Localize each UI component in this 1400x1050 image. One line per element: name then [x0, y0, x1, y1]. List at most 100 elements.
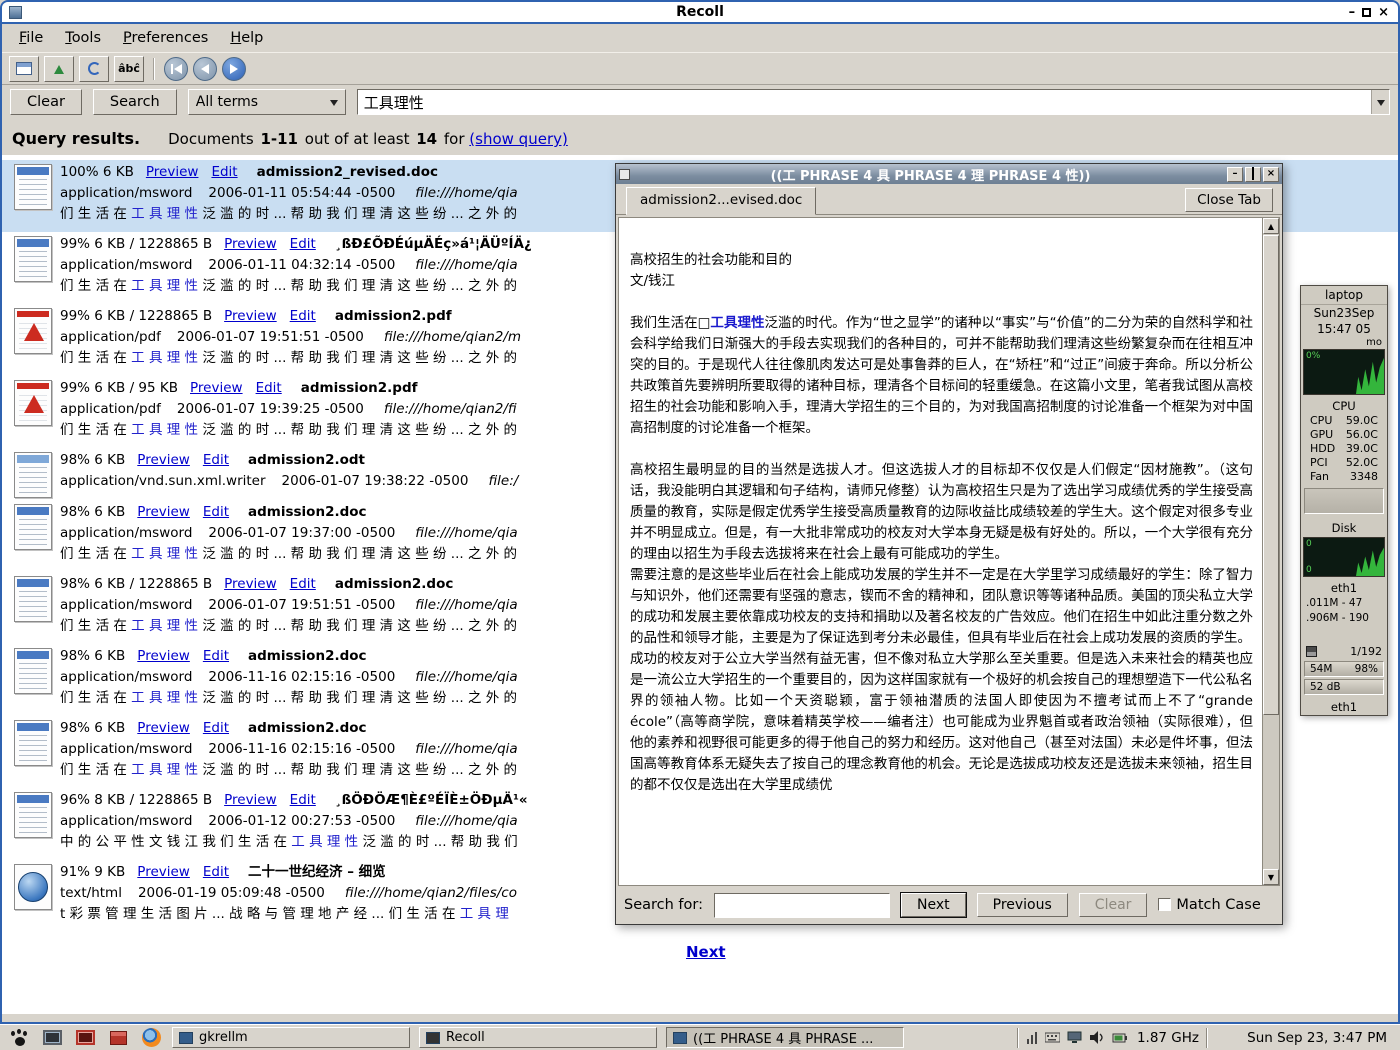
query-detail-button[interactable]: [9, 56, 39, 82]
search-button[interactable]: Search: [93, 89, 177, 115]
preview-link[interactable]: Preview: [224, 308, 277, 324]
volume-icon[interactable]: [1089, 1030, 1105, 1045]
battery-icon[interactable]: [1112, 1031, 1130, 1045]
results-range: 1-11: [260, 130, 298, 148]
result-title: admission2_revised.doc: [257, 164, 438, 180]
taskbar-clock[interactable]: Sun Sep 23, 3:47 PM: [1215, 1030, 1393, 1046]
taskbar-item-recoll[interactable]: Recoll: [419, 1027, 657, 1048]
result-snippet: 们 生 活 在 工 具 理 性 泛 滥 的 时 ... 帮 助 我 们 理 清 …: [60, 348, 521, 369]
preview-minimize-icon[interactable]: –: [1227, 167, 1243, 182]
cpu-percent: 0%: [1306, 351, 1320, 361]
menu-help[interactable]: Help: [221, 27, 272, 49]
memory-meter: 54M 98%: [1304, 661, 1384, 677]
edit-link[interactable]: Edit: [290, 308, 316, 324]
find-previous-button[interactable]: Previous: [977, 893, 1068, 917]
scroll-down-icon[interactable]: ▼: [1263, 869, 1279, 885]
edit-link[interactable]: Edit: [290, 576, 316, 592]
edit-link[interactable]: Edit: [203, 720, 229, 736]
snippet-highlight: 工 具 理 性: [131, 278, 198, 294]
maximize-icon[interactable]: [1362, 8, 1371, 17]
preview-tab[interactable]: admission2...evised.doc: [626, 187, 816, 215]
next-results-link[interactable]: Next: [686, 943, 726, 961]
first-page-button[interactable]: [164, 57, 188, 81]
result-url: file:///home/qia: [415, 257, 517, 273]
taskbar-item-preview[interactable]: ((工 PHRASE 4 具 PHRASE ...: [666, 1027, 904, 1048]
show-query-link[interactable]: (show query): [469, 130, 568, 148]
history-button[interactable]: [79, 56, 109, 82]
preview-maximize-icon[interactable]: [1245, 167, 1261, 182]
menu-tools[interactable]: Tools: [56, 27, 110, 49]
edit-link[interactable]: Edit: [256, 380, 282, 396]
edit-link[interactable]: Edit: [203, 452, 229, 468]
preview-link[interactable]: Preview: [137, 864, 190, 880]
result-meta: 91% 9 KB: [60, 864, 125, 880]
launcher-package[interactable]: [106, 1027, 130, 1048]
preview-link[interactable]: Preview: [224, 792, 277, 808]
result-url: file:///home/qia: [415, 669, 517, 685]
result-title: ¸ßÐ£ÕÐÉúµÄÉç»á¹¦ÄÜºÍÄ¿: [335, 236, 532, 252]
menu-preferences[interactable]: Preferences: [114, 27, 217, 49]
preview-close-icon[interactable]: ×: [1263, 167, 1279, 182]
find-input[interactable]: [714, 893, 890, 918]
taskbar-item-gkrellm[interactable]: gkrellm: [172, 1027, 410, 1048]
preview-findbar: Search for: Next Previous Clear Match Ca…: [618, 888, 1280, 922]
edit-link[interactable]: Edit: [211, 164, 237, 180]
launcher-footprint[interactable]: [7, 1027, 31, 1048]
tray-display-icon[interactable]: [1067, 1031, 1082, 1044]
edit-link[interactable]: Edit: [290, 792, 316, 808]
result-snippet: 们 生 活 在 工 具 理 性 泛 滥 的 时 ... 帮 助 我 们 理 清 …: [60, 420, 517, 441]
edit-link[interactable]: Edit: [203, 864, 229, 880]
temp-row: PCI52.0C: [1301, 456, 1387, 470]
launcher-terminal[interactable]: [40, 1027, 64, 1048]
launcher-firefox[interactable]: [139, 1027, 163, 1048]
doc-paragraph-4: 成功的校友对于公立大学当然有益无害，但不像对私立大学那么至关重要。但是选入未来社…: [630, 649, 1253, 796]
edit-link[interactable]: Edit: [290, 236, 316, 252]
edit-link[interactable]: Edit: [203, 504, 229, 520]
file-icon: [6, 718, 60, 788]
disk-chart: 0 0: [1303, 537, 1385, 577]
tray-keyboard-icon[interactable]: [1045, 1031, 1060, 1044]
preview-link[interactable]: Preview: [146, 164, 199, 180]
close-tab-button[interactable]: Close Tab: [1185, 188, 1273, 212]
result-meta: 98% 6 KB: [60, 720, 125, 736]
fan-row: Fan3348: [1301, 470, 1387, 484]
tray-meter-icon[interactable]: [1026, 1031, 1038, 1045]
preview-titlebar: ((工 PHRASE 4 具 PHRASE 4 理 PHRASE 4 性)) –…: [616, 164, 1282, 184]
minimize-icon[interactable]: –: [1349, 5, 1356, 20]
close-icon[interactable]: ×: [1378, 5, 1389, 20]
result-title: admission2.doc: [248, 504, 367, 520]
find-next-button[interactable]: Next: [901, 893, 966, 917]
match-case-checkbox[interactable]: [1158, 898, 1171, 911]
terminal-icon: [43, 1030, 62, 1045]
find-clear-button[interactable]: Clear: [1079, 893, 1148, 917]
doc-heading: 高校招生的社会功能和目的: [630, 250, 1253, 271]
sort-button[interactable]: [44, 56, 74, 82]
tray-separator: [1206, 1028, 1208, 1048]
chevron-down-icon: [1377, 100, 1385, 110]
search-input[interactable]: [358, 90, 1371, 114]
menu-file[interactable]: File: [10, 27, 52, 49]
preview-link[interactable]: Preview: [137, 648, 190, 664]
temp-row: HDD39.0C: [1301, 442, 1387, 456]
edit-link[interactable]: Edit: [203, 648, 229, 664]
preview-link[interactable]: Preview: [137, 504, 190, 520]
preview-link[interactable]: Preview: [224, 236, 277, 252]
clear-button[interactable]: Clear: [10, 89, 82, 115]
preview-link[interactable]: Preview: [224, 576, 277, 592]
search-mode-select[interactable]: All terms: [188, 89, 346, 115]
search-term-highlight: 工具理性: [710, 315, 764, 331]
preview-link[interactable]: Preview: [137, 720, 190, 736]
scroll-up-icon[interactable]: ▲: [1263, 218, 1279, 234]
preview-scrollbar[interactable]: ▲ ▼: [1262, 218, 1279, 885]
match-case-option[interactable]: Match Case: [1158, 897, 1260, 913]
term-explorer-button[interactable]: âbĉ: [114, 56, 144, 82]
preview-link[interactable]: Preview: [190, 380, 243, 396]
preview-link[interactable]: Preview: [137, 452, 190, 468]
snippet-highlight: 工 具 理 性: [131, 206, 198, 222]
temp-row: GPU56.0C: [1301, 428, 1387, 442]
query-dropdown-button[interactable]: [1371, 90, 1389, 114]
scrollbar-thumb[interactable]: [1263, 235, 1279, 715]
next-page-button[interactable]: [222, 57, 246, 81]
prev-page-button[interactable]: [193, 57, 217, 81]
launcher-terminal-red[interactable]: [73, 1027, 97, 1048]
